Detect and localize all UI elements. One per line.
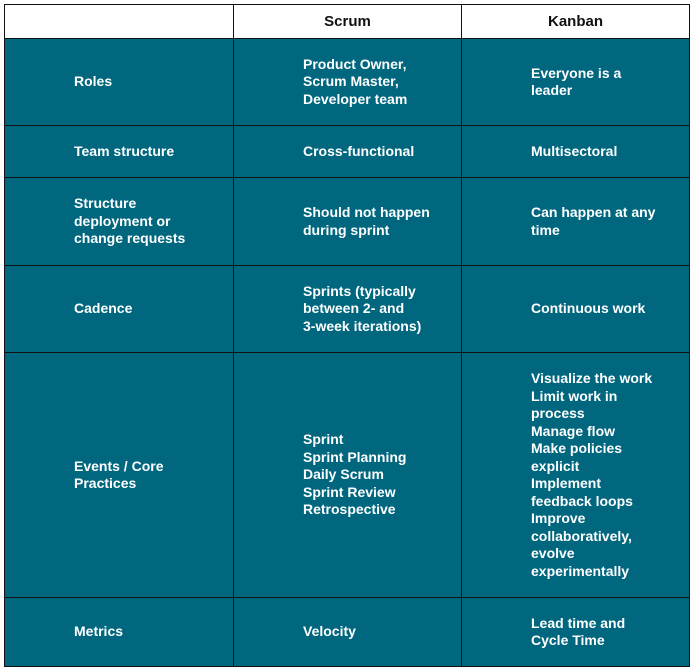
scrum-value: Sprint Sprint Planning Daily Scrum Sprin… <box>303 431 407 518</box>
row-label-cell: Structure deployment or change requests <box>4 177 234 266</box>
comparison-table-container: Scrum Kanban Roles Product Owner, Scrum … <box>4 4 690 667</box>
row-label: Structure deployment or change requests <box>74 195 186 247</box>
scrum-cell: Sprints (typically between 2- and 3-week… <box>233 265 462 353</box>
table-row-events-practices: Events / Core Practices Sprint Sprint Pl… <box>4 352 690 598</box>
kanban-value: Lead time and Cycle Time <box>531 614 626 649</box>
table-row-roles: Roles Product Owner, Scrum Master, Devel… <box>4 38 690 126</box>
scrum-cell: Product Owner, Scrum Master, Developer t… <box>233 38 462 126</box>
header-empty-cell <box>4 4 234 39</box>
kanban-cell: Can happen at any time <box>461 177 690 266</box>
kanban-cell: Multisectoral <box>461 125 690 178</box>
table-row-team-structure: Team structure Cross-functional Multisec… <box>4 125 690 178</box>
kanban-value: Multisectoral <box>531 142 618 159</box>
header-scrum: Scrum <box>233 4 462 39</box>
scrum-value: Cross-functional <box>303 142 415 159</box>
row-label: Roles <box>74 73 113 90</box>
row-label-cell: Metrics <box>4 597 234 667</box>
scrum-value: Sprints (typically between 2- and 3-week… <box>303 282 422 334</box>
kanban-value: Can happen at any time <box>531 204 656 238</box>
row-label: Metrics <box>74 623 124 640</box>
scrum-vs-kanban-table: Scrum Kanban Roles Product Owner, Scrum … <box>4 4 690 667</box>
kanban-value: Everyone is a leader <box>531 64 622 99</box>
row-label-cell: Cadence <box>4 265 234 353</box>
kanban-cell: Visualize the work Limit work in process… <box>461 352 690 598</box>
row-label: Cadence <box>74 300 133 317</box>
header-kanban: Kanban <box>461 4 690 39</box>
scrum-value: Velocity <box>303 623 356 640</box>
table-row-change-requests: Structure deployment or change requests … <box>4 177 690 266</box>
scrum-value: Should not happen during sprint <box>303 204 430 238</box>
kanban-cell: Lead time and Cycle Time <box>461 597 690 667</box>
table-row-metrics: Metrics Velocity Lead time and Cycle Tim… <box>4 597 690 667</box>
header-row: Scrum Kanban <box>4 4 690 39</box>
scrum-cell: Velocity <box>233 597 462 667</box>
scrum-cell: Cross-functional <box>233 125 462 178</box>
row-label-cell: Events / Core Practices <box>4 352 234 598</box>
row-label-cell: Roles <box>4 38 234 126</box>
scrum-value: Product Owner, Scrum Master, Developer t… <box>303 55 408 107</box>
row-label: Events / Core Practices <box>74 457 164 492</box>
kanban-cell: Everyone is a leader <box>461 38 690 126</box>
kanban-cell: Continuous work <box>461 265 690 353</box>
scrum-cell: Sprint Sprint Planning Daily Scrum Sprin… <box>233 352 462 598</box>
row-label: Team structure <box>74 142 175 159</box>
table-row-cadence: Cadence Sprints (typically between 2- an… <box>4 265 690 353</box>
row-label-cell: Team structure <box>4 125 234 178</box>
scrum-cell: Should not happen during sprint <box>233 177 462 266</box>
kanban-value: Continuous work <box>531 300 646 317</box>
kanban-value: Visualize the work Limit work in process… <box>531 370 653 579</box>
